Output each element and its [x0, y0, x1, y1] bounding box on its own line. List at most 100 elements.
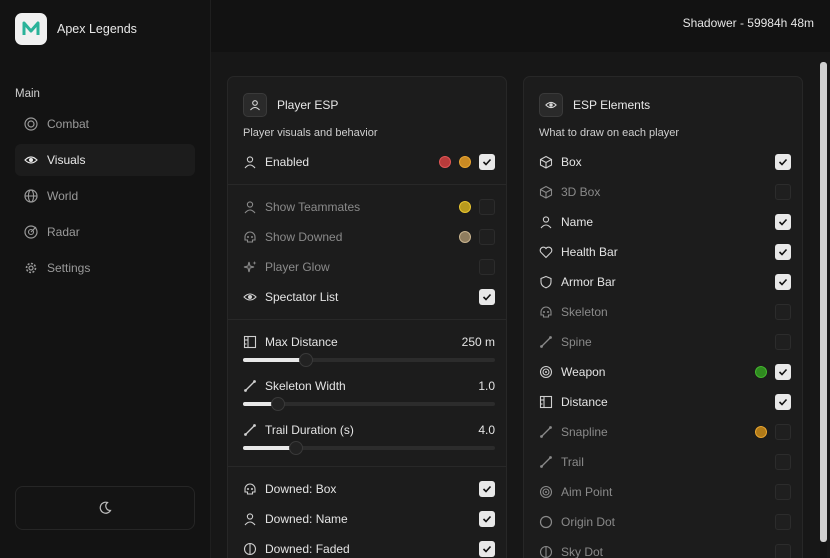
esp-item-3d-box: 3D Box	[539, 182, 791, 202]
esp-item-label: Box	[561, 155, 582, 169]
origin-dot-checkbox[interactable]	[775, 514, 791, 530]
sky-dot-checkbox[interactable]	[775, 544, 791, 558]
user-icon	[540, 216, 552, 229]
teammates-color-swatch[interactable]	[459, 201, 471, 213]
theme-toggle-button[interactable]	[15, 486, 195, 530]
weapon-checkbox[interactable]	[775, 364, 791, 380]
skull-icon	[244, 231, 256, 243]
ruler-icon	[539, 395, 553, 409]
esp-item-label: Origin Dot	[561, 515, 616, 529]
max-distance-slider-row: Max Distance 250 m	[243, 332, 495, 367]
sidebar: Apex Legends Main Combat Visuals World R…	[0, 0, 211, 558]
esp-item-label: Spine	[561, 335, 592, 349]
panel-header: ESP Elements	[539, 93, 650, 117]
max-distance-label: Max Distance	[265, 335, 338, 349]
spectator-list-checkbox[interactable]	[479, 289, 495, 305]
downed-name-checkbox[interactable]	[479, 511, 495, 527]
esp-item-label: Sky Dot	[561, 545, 604, 558]
skeleton-checkbox[interactable]	[775, 304, 791, 320]
show-downed-label: Show Downed	[265, 230, 343, 244]
bone-icon	[540, 426, 552, 438]
weapon-color-swatch[interactable]	[755, 366, 767, 378]
scrollbar[interactable]	[820, 62, 827, 558]
crosshair-icon	[539, 365, 553, 379]
name-checkbox[interactable]	[775, 214, 791, 230]
downed-faded-checkbox[interactable]	[479, 541, 495, 557]
esp-item-label: Name	[561, 215, 594, 229]
panel-subtitle: What to draw on each player	[539, 127, 680, 139]
visible-color-swatch[interactable]	[459, 156, 471, 168]
user-icon	[243, 93, 267, 117]
show-teammates-checkbox[interactable]	[479, 199, 495, 215]
esp-item-distance: Distance	[539, 392, 791, 412]
esp-item-aim-point: Aim Point	[539, 482, 791, 502]
panel-header: Player ESP	[243, 93, 338, 117]
downed-box-checkbox[interactable]	[479, 481, 495, 497]
slider-handle[interactable]	[271, 397, 286, 411]
trail-duration-slider[interactable]	[243, 441, 495, 455]
esp-item-label: Aim Point	[561, 485, 613, 499]
eye-icon	[539, 93, 563, 117]
nav-item-label: Visuals	[47, 153, 86, 167]
enabled-checkbox[interactable]	[479, 154, 495, 170]
slider-handle[interactable]	[288, 441, 303, 455]
target-icon	[24, 117, 38, 131]
aim-point-checkbox[interactable]	[775, 484, 791, 500]
player-glow-row: Player Glow	[243, 257, 495, 277]
nav-item-world[interactable]: World	[15, 180, 195, 212]
nav-item-settings[interactable]: Settings	[15, 252, 195, 284]
shield-icon	[540, 275, 552, 289]
nav-item-radar[interactable]: Radar	[15, 216, 195, 248]
player-glow-checkbox[interactable]	[479, 259, 495, 275]
snapline-checkbox[interactable]	[775, 424, 791, 440]
enabled-label: Enabled	[265, 155, 310, 169]
heart-icon	[539, 246, 553, 259]
esp-item-skeleton: Skeleton	[539, 302, 791, 322]
trail-checkbox[interactable]	[775, 454, 791, 470]
box-checkbox[interactable]	[775, 154, 791, 170]
downed-name-row: Downed: Name	[243, 509, 495, 529]
panel-title: Player ESP	[277, 98, 339, 112]
slider-handle[interactable]	[299, 353, 313, 367]
enemy-color-swatch[interactable]	[439, 156, 451, 168]
skull-icon	[244, 483, 256, 495]
downed-color-swatch[interactable]	[459, 231, 471, 243]
show-teammates-label: Show Teammates	[265, 200, 361, 214]
skeleton-width-slider[interactable]	[243, 397, 495, 411]
app-logo-icon	[15, 13, 47, 45]
skeleton-width-slider-row: Skeleton Width 1.0	[243, 376, 495, 411]
scrollbar-thumb[interactable]	[820, 62, 827, 542]
distance-checkbox[interactable]	[775, 394, 791, 410]
esp-item-sky-dot: Sky Dot	[539, 542, 791, 558]
half-circle-icon	[539, 545, 553, 558]
globe-icon	[24, 189, 38, 203]
max-distance-slider[interactable]	[243, 353, 495, 367]
bone-icon	[540, 336, 552, 348]
esp-item-armor-bar: Armor Bar	[539, 272, 791, 292]
skeleton-width-value: 1.0	[478, 379, 495, 393]
show-downed-checkbox[interactable]	[479, 229, 495, 245]
trail-duration-label: Trail Duration (s)	[265, 423, 354, 437]
spectator-list-label: Spectator List	[265, 290, 339, 304]
nav-item-label: Settings	[47, 261, 91, 275]
user-icon	[244, 201, 256, 214]
trail-duration-value: 4.0	[478, 423, 495, 437]
skull-icon	[540, 306, 552, 318]
snapline-color-swatch[interactable]	[755, 426, 767, 438]
esp-item-label: Armor Bar	[561, 275, 616, 289]
half-circle-icon	[243, 542, 257, 556]
esp-item-weapon: Weapon	[539, 362, 791, 382]
nav-item-combat[interactable]: Combat	[15, 108, 195, 140]
esp-item-snapline: Snapline	[539, 422, 791, 442]
slider-fill	[243, 358, 306, 362]
3d-box-checkbox[interactable]	[775, 184, 791, 200]
esp-item-label: Snapline	[561, 425, 608, 439]
nav-item-visuals[interactable]: Visuals	[15, 144, 195, 176]
radar-icon	[24, 225, 38, 239]
spine-checkbox[interactable]	[775, 334, 791, 350]
health-bar-checkbox[interactable]	[775, 244, 791, 260]
nav-item-label: World	[47, 189, 79, 203]
cube-icon	[539, 185, 553, 199]
downed-name-label: Downed: Name	[265, 512, 348, 526]
armor-bar-checkbox[interactable]	[775, 274, 791, 290]
